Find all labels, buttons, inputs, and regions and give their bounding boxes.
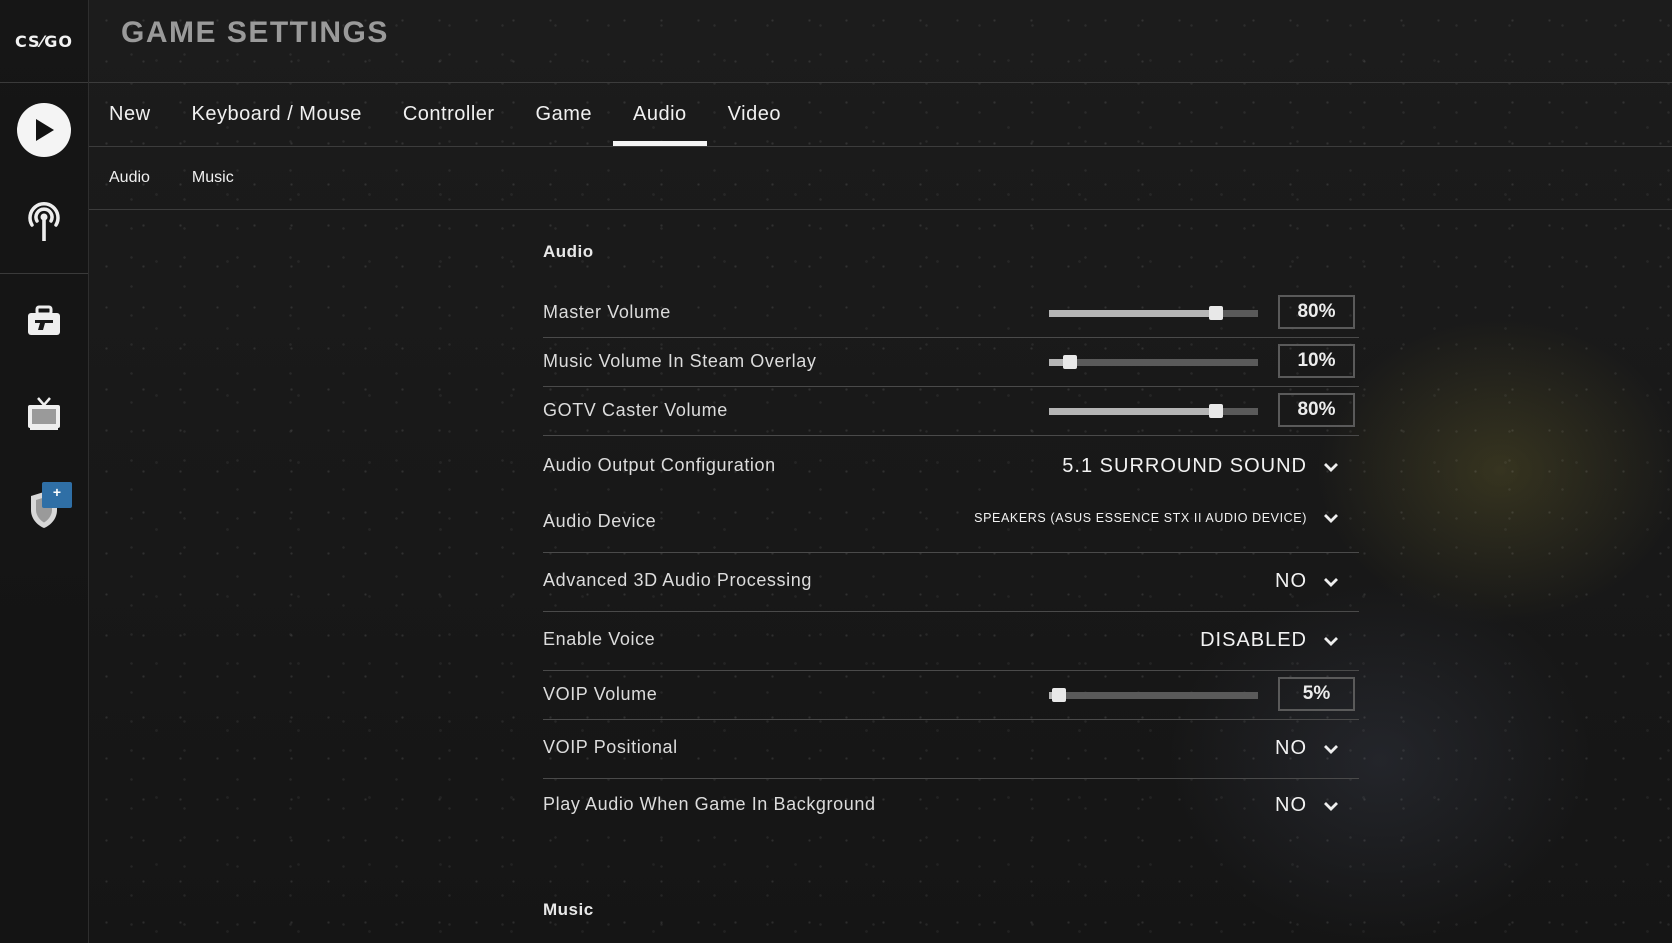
briefcase-icon bbox=[26, 305, 62, 342]
tv-icon bbox=[26, 396, 62, 437]
voip-positional-row: VOIP Positional NO bbox=[543, 720, 1359, 779]
dropdown-value: NO bbox=[1275, 737, 1307, 759]
play-icon bbox=[17, 103, 71, 157]
master-volume-row: Master Volume 80% bbox=[543, 290, 1359, 338]
tab-audio[interactable]: Audio bbox=[613, 83, 707, 146]
setting-label: Advanced 3D Audio Processing bbox=[543, 570, 812, 590]
tabs-divider bbox=[89, 146, 1672, 147]
slider-fill bbox=[1049, 408, 1217, 415]
inventory-button[interactable] bbox=[0, 283, 88, 363]
new-badge: + bbox=[42, 482, 72, 508]
voip-volume-slider[interactable] bbox=[1049, 688, 1258, 702]
watch-button[interactable] bbox=[0, 376, 88, 456]
subtabs-divider bbox=[89, 209, 1672, 210]
chevron-down-icon bbox=[1323, 743, 1339, 755]
gotv-caster-volume-row: GOTV Caster Volume 80% bbox=[543, 388, 1359, 436]
chevron-down-icon bbox=[1323, 576, 1339, 588]
play-audio-background-row: Play Audio When Game In Background NO bbox=[543, 779, 1359, 837]
tab-video[interactable]: Video bbox=[708, 83, 801, 146]
rail-divider bbox=[0, 273, 88, 274]
setting-label: Play Audio When Game In Background bbox=[543, 794, 876, 814]
slider-handle[interactable] bbox=[1062, 355, 1077, 369]
dropdown-value: NO bbox=[1275, 570, 1307, 592]
voip-positional-dropdown[interactable]: NO bbox=[1275, 737, 1339, 760]
music-overlay-volume-slider[interactable] bbox=[1049, 355, 1258, 369]
tab-keyboard-mouse[interactable]: Keyboard / Mouse bbox=[172, 83, 382, 146]
music-overlay-volume-row: Music Volume In Steam Overlay 10% bbox=[543, 339, 1359, 387]
setting-label: Audio Device bbox=[543, 511, 657, 531]
csgo-logo[interactable]: CS⁄GO bbox=[0, 0, 88, 83]
voip-volume-value[interactable]: 5% bbox=[1278, 677, 1355, 711]
sub-tabs: Audio Music bbox=[89, 147, 256, 209]
setting-label: Audio Output Configuration bbox=[543, 455, 776, 475]
main-tabs: New Keyboard / Mouse Controller Game Aud… bbox=[89, 83, 802, 146]
gotv-caster-volume-slider[interactable] bbox=[1049, 404, 1258, 418]
setting-label: VOIP Volume bbox=[543, 684, 658, 704]
broadcast-icon bbox=[24, 199, 64, 248]
setting-label: VOIP Positional bbox=[543, 737, 678, 757]
tab-new[interactable]: New bbox=[89, 83, 171, 146]
dropdown-value: SPEAKERS (ASUS ESSENCE STX II AUDIO DEVI… bbox=[974, 511, 1307, 525]
gotv-caster-volume-value[interactable]: 80% bbox=[1278, 393, 1355, 427]
chevron-down-icon bbox=[1323, 800, 1339, 812]
master-volume-value[interactable]: 80% bbox=[1278, 295, 1355, 329]
subtab-audio[interactable]: Audio bbox=[89, 147, 170, 209]
enable-voice-dropdown[interactable]: DISABLED bbox=[1200, 629, 1339, 652]
slider-handle[interactable] bbox=[1209, 404, 1224, 418]
tab-game[interactable]: Game bbox=[516, 83, 612, 146]
audio-device-row: Audio Device SPEAKERS (ASUS ESSENCE STX … bbox=[543, 495, 1359, 553]
setting-label: Music Volume In Steam Overlay bbox=[543, 351, 817, 371]
logo-text: CS⁄GO bbox=[15, 31, 73, 51]
music-section-heading: Music bbox=[543, 900, 594, 919]
dropdown-value: DISABLED bbox=[1200, 629, 1307, 651]
chevron-down-icon bbox=[1323, 512, 1339, 524]
setting-label: GOTV Caster Volume bbox=[543, 400, 728, 420]
page-title: GAME SETTINGS bbox=[121, 16, 389, 49]
audio-device-dropdown[interactable]: SPEAKERS (ASUS ESSENCE STX II AUDIO DEVI… bbox=[974, 511, 1339, 525]
broadcast-button[interactable] bbox=[0, 183, 88, 263]
advanced-3d-audio-dropdown[interactable]: NO bbox=[1275, 570, 1339, 593]
chevron-down-icon bbox=[1323, 635, 1339, 647]
dropdown-value: NO bbox=[1275, 794, 1307, 816]
enable-voice-row: Enable Voice DISABLED bbox=[543, 612, 1359, 671]
play-audio-background-dropdown[interactable]: NO bbox=[1275, 794, 1339, 817]
music-overlay-volume-value[interactable]: 10% bbox=[1278, 344, 1355, 378]
tab-controller[interactable]: Controller bbox=[383, 83, 515, 146]
play-button[interactable] bbox=[0, 90, 88, 170]
dropdown-value: 5.1 SURROUND SOUND bbox=[1062, 455, 1307, 477]
setting-label: Master Volume bbox=[543, 302, 671, 322]
slider-handle[interactable] bbox=[1209, 306, 1224, 320]
chevron-down-icon bbox=[1323, 461, 1339, 473]
voip-volume-row: VOIP Volume 5% bbox=[543, 671, 1359, 720]
subtab-music[interactable]: Music bbox=[172, 147, 254, 209]
setting-label: Enable Voice bbox=[543, 629, 656, 649]
audio-output-config-dropdown[interactable]: 5.1 SURROUND SOUND bbox=[1062, 455, 1339, 478]
audio-section-heading: Audio bbox=[543, 242, 594, 261]
slider-fill bbox=[1049, 310, 1217, 317]
advanced-3d-audio-row: Advanced 3D Audio Processing NO bbox=[543, 553, 1359, 612]
master-volume-slider[interactable] bbox=[1049, 306, 1258, 320]
left-rail: CS⁄GO + bbox=[0, 0, 89, 943]
slider-handle[interactable] bbox=[1052, 688, 1067, 702]
audio-output-config-row: Audio Output Configuration 5.1 SURROUND … bbox=[543, 437, 1359, 495]
